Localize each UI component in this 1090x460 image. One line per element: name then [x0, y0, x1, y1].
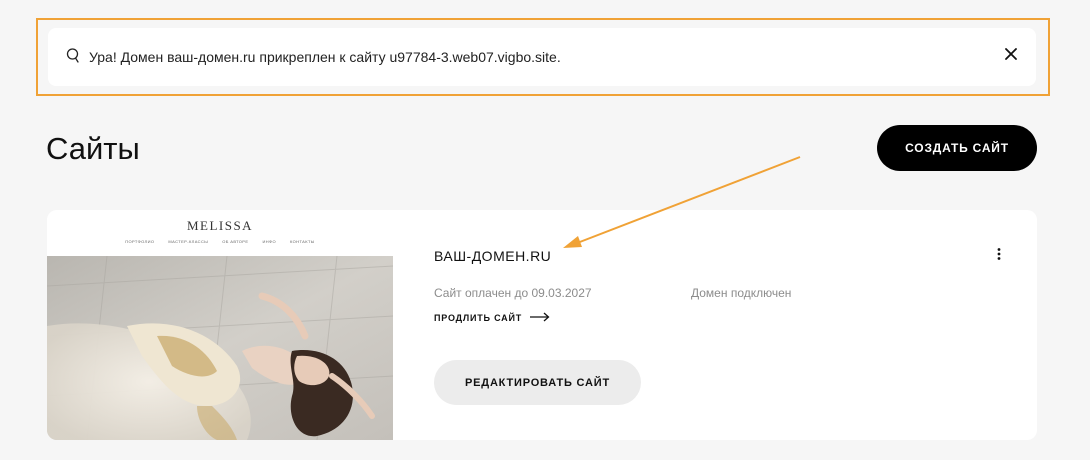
site-preview[interactable]: MELISSA ПОРТФОЛИО МАСТЕР-КЛАССЫ ОБ АВТОР… — [47, 210, 393, 440]
preview-nav-item: ОБ АВТОРЕ — [222, 239, 249, 244]
arrow-right-icon — [530, 309, 550, 327]
success-notification: Ура! Домен ваш-домен.ru прикреплен к сай… — [48, 28, 1036, 86]
extend-site-link[interactable]: ПРОДЛИТЬ САЙТ — [434, 311, 550, 325]
notification-text: Ура! Домен ваш-домен.ru прикреплен к сай… — [89, 49, 561, 65]
sites-page: Ура! Домен ваш-домен.ru прикреплен к сай… — [0, 0, 1090, 460]
page-title: Сайты — [46, 131, 140, 166]
preview-nav-item: ПОРТФОЛИО — [125, 239, 155, 244]
site-card: MELISSA ПОРТФОЛИО МАСТЕР-КЛАССЫ ОБ АВТОР… — [47, 210, 1037, 440]
domain-status: Домен подключен — [691, 286, 792, 300]
paid-until-text: Сайт оплачен до 09.03.2027 — [434, 286, 592, 300]
create-site-button[interactable]: СОЗДАТЬ САЙТ — [877, 125, 1037, 171]
more-vertical-icon[interactable] — [991, 246, 1007, 262]
preview-nav-item: ИНФО — [262, 239, 276, 244]
close-icon[interactable] — [1004, 47, 1018, 61]
preview-nav-item: МАСТЕР-КЛАССЫ — [168, 239, 209, 244]
preview-header: MELISSA ПОРТФОЛИО МАСТЕР-КЛАССЫ ОБ АВТОР… — [47, 210, 393, 256]
extend-site-label: ПРОДЛИТЬ САЙТ — [434, 313, 523, 323]
site-name[interactable]: ВАШ-ДОМЕН.RU — [434, 247, 551, 265]
edit-site-button[interactable]: РЕДАКТИРОВАТЬ САЙТ — [434, 360, 641, 405]
search-icon — [66, 47, 82, 65]
preview-nav-item: КОНТАКТЫ — [289, 239, 315, 244]
preview-logo: MELISSA — [186, 218, 254, 233]
preview-nav: ПОРТФОЛИО МАСТЕР-КЛАССЫ ОБ АВТОРЕ ИНФО К… — [47, 239, 393, 244]
preview-photo — [47, 256, 393, 440]
